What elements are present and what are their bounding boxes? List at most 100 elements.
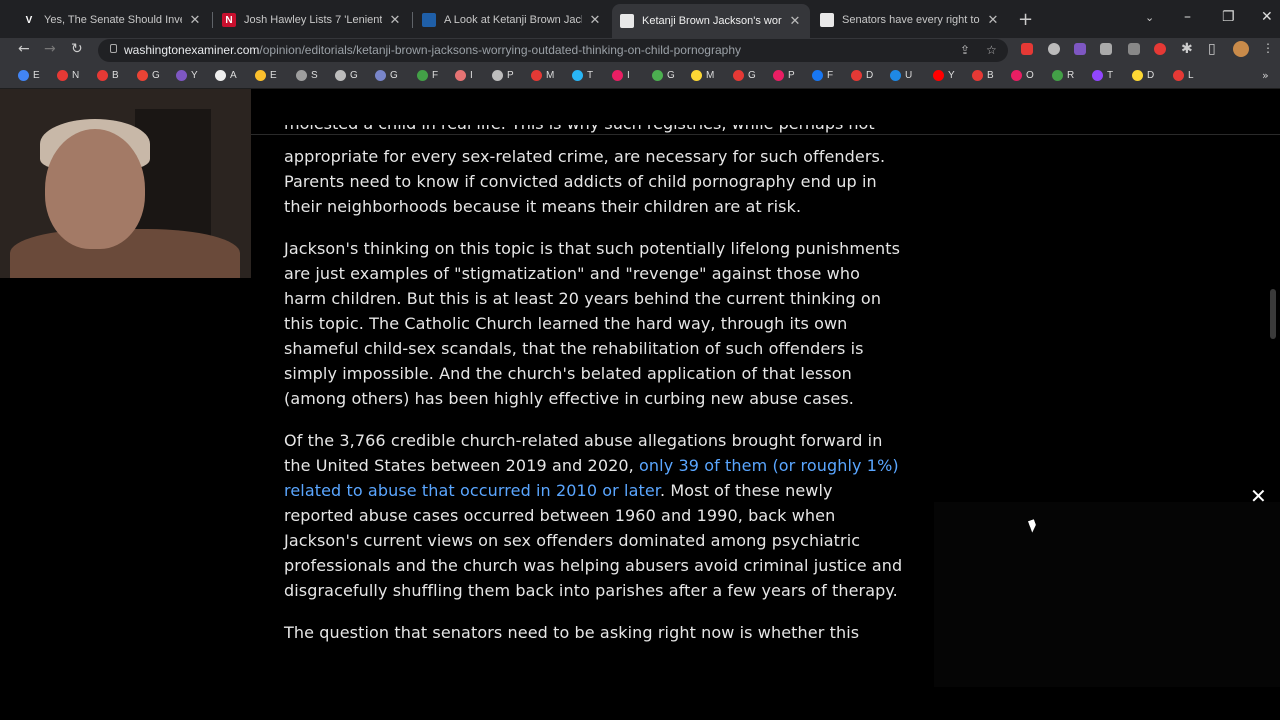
bookmark-favicon-icon xyxy=(1052,70,1063,81)
bookmark-item[interactable]: G xyxy=(137,70,160,81)
bookmark-item[interactable]: U xyxy=(890,70,912,81)
bookmark-favicon-icon xyxy=(1092,70,1103,81)
bookmark-item[interactable]: E xyxy=(18,70,40,81)
bookmark-favicon-icon xyxy=(933,70,944,81)
bookmark-favicon-icon xyxy=(1132,70,1143,81)
bookmark-item[interactable]: D xyxy=(851,70,873,81)
tab-search-chevron-icon[interactable]: ⌄ xyxy=(1145,11,1154,24)
bookmark-item[interactable]: I xyxy=(455,70,473,81)
bookmark-item[interactable]: F xyxy=(417,70,438,81)
bookmark-item[interactable]: I xyxy=(612,70,630,81)
clipped-line: molested a child in real life. This is w… xyxy=(284,125,904,137)
tab-4-active[interactable]: Ketanji Brown Jackson's worrying ✕ xyxy=(612,4,810,38)
bookmark-label: D xyxy=(1147,70,1155,81)
bookmark-item[interactable]: F xyxy=(812,70,833,81)
clipped-text: molested a child in real life. This is w… xyxy=(284,125,875,136)
bookmark-item[interactable]: B xyxy=(972,70,994,81)
bookmark-favicon-icon xyxy=(972,70,983,81)
bookmark-item[interactable]: A xyxy=(215,70,237,81)
bookmark-favicon-icon xyxy=(296,70,307,81)
tab-3[interactable]: A Look at Ketanji Brown Jackson ✕ xyxy=(414,6,610,34)
tab-1[interactable]: V Yes, The Senate Should Investiga ✕ xyxy=(14,6,210,34)
close-tab-icon[interactable]: ✕ xyxy=(388,12,402,28)
bookmark-label: G xyxy=(748,70,756,81)
extension-icon[interactable] xyxy=(1048,43,1060,55)
tab-2[interactable]: N Josh Hawley Lists 7 'Lenient' Keta ✕ xyxy=(214,6,410,34)
url-path: /opinion/editorials/ketanji-brown-jackso… xyxy=(259,43,741,57)
bookmark-favicon-icon xyxy=(335,70,346,81)
bookmark-item[interactable]: P xyxy=(773,70,795,81)
bookmark-favicon-icon xyxy=(97,70,108,81)
bookmark-item[interactable]: Y xyxy=(176,70,198,81)
bookmark-favicon-icon xyxy=(851,70,862,81)
close-tab-icon[interactable]: ✕ xyxy=(986,12,1000,28)
bookmark-label: Y xyxy=(948,70,955,81)
bookmark-item[interactable]: M xyxy=(691,70,714,81)
minimize-icon[interactable]: – xyxy=(1184,9,1191,25)
bookmark-label: T xyxy=(1107,70,1114,81)
bookmark-item[interactable]: B xyxy=(97,70,119,81)
share-icon[interactable]: ⇪ xyxy=(960,43,970,57)
bookmark-item[interactable]: O xyxy=(1011,70,1034,81)
bookmark-label: E xyxy=(270,70,277,81)
bookmark-item[interactable]: T xyxy=(1092,70,1113,81)
extensions-puzzle-icon[interactable]: ✱ xyxy=(1181,41,1193,57)
bookmark-label: M xyxy=(546,70,555,81)
scrollbar-thumb[interactable] xyxy=(1270,289,1276,339)
extension-icon[interactable] xyxy=(1074,43,1086,55)
bookmark-star-icon[interactable]: ☆ xyxy=(986,43,997,57)
bookmark-item[interactable]: S xyxy=(296,70,318,81)
restore-icon[interactable]: ❐ xyxy=(1222,9,1235,25)
article-paragraph: Of the 3,766 credible church-related abu… xyxy=(284,428,904,603)
bookmark-favicon-icon xyxy=(417,70,428,81)
address-bar[interactable]: washingtonexaminer.com/opinion/editorial… xyxy=(98,39,1008,62)
bookmark-item[interactable]: G xyxy=(733,70,756,81)
extension-icon[interactable] xyxy=(1100,43,1112,55)
extension-icon[interactable] xyxy=(1154,43,1166,55)
bookmark-label: B xyxy=(112,70,119,81)
tab-favicon xyxy=(620,14,634,28)
bookmark-item[interactable]: T xyxy=(572,70,593,81)
bookmark-item[interactable]: G xyxy=(335,70,358,81)
close-tab-icon[interactable]: ✕ xyxy=(588,12,602,28)
window-close-icon[interactable]: ✕ xyxy=(1261,9,1273,25)
bookmark-favicon-icon xyxy=(652,70,663,81)
extension-icon[interactable] xyxy=(1128,43,1140,55)
bookmarks-bar: E N B G Y A E S G G F I P M T I G M G P F D U Y B O R T D L » xyxy=(0,64,1280,89)
bookmark-label: F xyxy=(827,70,834,81)
new-tab-icon[interactable]: + xyxy=(1018,9,1033,30)
lock-icon[interactable] xyxy=(110,44,117,53)
bookmark-item[interactable]: N xyxy=(57,70,79,81)
bookmark-label: E xyxy=(33,70,40,81)
bookmark-item[interactable]: E xyxy=(255,70,277,81)
bookmark-favicon-icon xyxy=(455,70,466,81)
bookmark-item[interactable]: G xyxy=(652,70,675,81)
bookmark-item[interactable]: P xyxy=(492,70,514,81)
bookmark-item[interactable]: D xyxy=(1132,70,1154,81)
bookmarks-overflow-icon[interactable]: » xyxy=(1262,69,1269,82)
reload-icon[interactable]: ↻ xyxy=(71,41,83,57)
bookmark-item[interactable]: R xyxy=(1052,70,1074,81)
tab-5[interactable]: Senators have every right to que ✕ xyxy=(812,6,1008,34)
bookmark-item[interactable]: L xyxy=(1173,70,1194,81)
bookmark-item[interactable]: M xyxy=(531,70,554,81)
close-tab-icon[interactable]: ✕ xyxy=(788,13,802,29)
webcam-overlay xyxy=(0,89,251,278)
profile-avatar[interactable] xyxy=(1233,41,1249,57)
tab-title: Josh Hawley Lists 7 'Lenient' Keta xyxy=(244,14,382,26)
bookmark-label: Y xyxy=(191,70,198,81)
bookmark-favicon-icon xyxy=(492,70,503,81)
bookmark-label: U xyxy=(905,70,913,81)
article-body: appropriate for every sex-related crime,… xyxy=(284,144,904,662)
bookmark-item[interactable]: Y xyxy=(933,70,955,81)
bookmark-favicon-icon xyxy=(733,70,744,81)
bookmark-item[interactable]: G xyxy=(375,70,398,81)
ad-placeholder xyxy=(934,502,1280,687)
side-panel-icon[interactable]: ▯ xyxy=(1208,41,1216,57)
close-tab-icon[interactable]: ✕ xyxy=(188,12,202,28)
forward-icon[interactable]: → xyxy=(44,41,56,57)
back-icon[interactable]: ← xyxy=(18,41,30,57)
extension-icon[interactable] xyxy=(1021,43,1033,55)
browser-menu-icon[interactable]: ⋮ xyxy=(1262,41,1274,55)
tab-favicon: N xyxy=(222,13,236,27)
